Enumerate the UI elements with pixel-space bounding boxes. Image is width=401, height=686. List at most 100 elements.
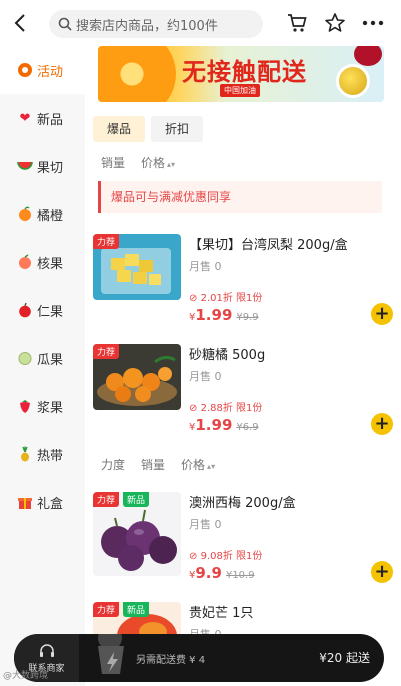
sidebar-item-label: 核果	[37, 256, 64, 272]
original-price: ¥6.9	[236, 422, 259, 433]
sort-price[interactable]: 价格 ▴▾	[141, 154, 175, 171]
product-image[interactable]: 力荐	[93, 344, 181, 410]
discount-text: 9.08折 限1份	[200, 551, 263, 562]
price-value: 9.9	[195, 564, 222, 582]
product-name: 砂糖橘 500g	[189, 348, 266, 363]
watermark: @大数跨境	[3, 671, 49, 681]
strawberry-icon	[16, 397, 34, 415]
discount-tag-icon: ⊘	[189, 293, 198, 304]
promo-banner[interactable]: 无接触配送 中国加油	[98, 46, 384, 102]
search-icon	[58, 17, 72, 31]
sidebar-item-stone-fruit[interactable]: 核果	[0, 238, 85, 286]
sort-sales[interactable]: 销量	[101, 154, 125, 171]
sort-arrows-icon: ▴▾	[167, 160, 176, 169]
product-card[interactable]: 力荐 新品 澳洲西梅 200g/盒 月售 0 ⊘ 9.08折 限1份 ¥9.9 ¥…	[93, 492, 393, 602]
cart-button[interactable]	[285, 11, 309, 35]
plus-icon: +	[374, 303, 390, 324]
kiwi-image	[336, 64, 370, 98]
new-badge: 新品	[123, 492, 150, 507]
apple-icon	[16, 301, 34, 319]
orange-slice-image	[98, 46, 176, 102]
discount-text: 2.88折 限1份	[200, 403, 263, 414]
banner-tag: 中国加油	[220, 84, 260, 97]
more-dots-icon	[362, 20, 384, 26]
search-input[interactable]: 搜索店内商品，约100件	[49, 10, 263, 38]
product-discount: ⊘ 2.88折 限1份	[189, 399, 262, 414]
plus-icon: +	[374, 561, 390, 582]
watermelon-icon	[16, 157, 34, 175]
product-sold: 月售 0	[189, 260, 222, 273]
product-price: ¥1.99 ¥6.9	[189, 415, 259, 434]
heart-icon: ❤	[19, 110, 31, 126]
product-card[interactable]: 力荐 【果切】台湾凤梨 200g/盒 月售 0 ⊘ 2.01折 限1份 ¥1.9…	[93, 234, 393, 344]
product-name: 澳洲西梅 200g/盒	[189, 496, 296, 511]
recommend-badge: 力荐	[93, 234, 120, 249]
min-order: ¥20 起送	[319, 651, 370, 665]
tab-hot[interactable]: 爆品	[93, 116, 146, 142]
add-to-cart-button[interactable]: +	[371, 303, 393, 325]
gift-icon	[16, 493, 34, 511]
shopping-cart-icon	[288, 14, 307, 32]
product-price: ¥1.99 ¥9.9	[189, 305, 259, 324]
product-price: ¥9.9 ¥10.9	[189, 563, 255, 582]
product-discount: ⊘ 2.01折 限1份	[189, 289, 262, 304]
star-icon	[325, 13, 345, 32]
chevron-left-icon	[14, 14, 25, 32]
back-button[interactable]	[0, 0, 40, 46]
promo-notice: 爆品可与满减优惠同享	[98, 181, 382, 213]
sidebar-item-cut-fruit[interactable]: 果切	[0, 142, 85, 190]
sidebar-item-new[interactable]: ❤ 新品	[0, 94, 85, 142]
sort-sales[interactable]: 销量	[141, 456, 165, 473]
banner-title: 无接触配送	[182, 58, 307, 86]
add-to-cart-button[interactable]: +	[371, 561, 393, 583]
checkout-bar[interactable]: 联系商家 另需配送费 ¥ 4 ¥20 起送	[14, 634, 384, 682]
price-value: 1.99	[195, 306, 233, 324]
sort-price[interactable]: 价格 ▴▾	[181, 456, 215, 473]
sidebar-item-citrus[interactable]: 橘橙	[0, 190, 85, 238]
sidebar-item-tropical[interactable]: 热带	[0, 430, 85, 478]
sort-bar: 销量 价格 ▴▾	[101, 154, 175, 171]
top-bar: 搜索店内商品，约100件	[0, 0, 401, 46]
orange-icon	[16, 205, 34, 223]
sidebar-item-label: 瓜果	[37, 352, 64, 368]
sidebar-item-label: 仁果	[37, 304, 64, 320]
product-image[interactable]: 力荐	[93, 234, 181, 300]
recommend-badge: 力荐	[93, 602, 120, 617]
sidebar-item-label: 新品	[37, 112, 64, 128]
favorite-button[interactable]	[323, 11, 347, 35]
new-badge: 新品	[123, 602, 150, 617]
product-name: 贵妃芒 1只	[189, 606, 254, 621]
peach-icon	[16, 253, 34, 271]
pineapple-icon	[16, 445, 34, 463]
recommend-badge: 力荐	[93, 492, 120, 507]
sidebar-item-label: 浆果	[37, 400, 64, 416]
sort-bar-secondary: 力度 销量 价格 ▴▾	[101, 456, 215, 473]
discount-tag-icon: ⊘	[189, 403, 198, 414]
discount-tag-icon: ⊘	[189, 551, 198, 562]
product-name: 【果切】台湾凤梨 200g/盒	[189, 238, 348, 253]
product-image[interactable]: 力荐 新品	[93, 492, 181, 576]
more-button[interactable]	[361, 11, 385, 35]
sort-strength[interactable]: 力度	[101, 456, 125, 473]
discount-text: 2.01折 限1份	[200, 293, 263, 304]
sidebar-item-activity[interactable]: 活动	[0, 46, 85, 94]
recommend-badge: 力荐	[93, 344, 120, 359]
sidebar-item-berry[interactable]: 浆果	[0, 382, 85, 430]
delivery-fee: 另需配送费 ¥ 4	[136, 655, 206, 666]
bottom-cart-button[interactable]	[90, 634, 134, 680]
sort-price-label: 价格	[181, 458, 206, 472]
sidebar-item-label: 果切	[37, 160, 64, 176]
product-sold: 月售 0	[189, 518, 222, 531]
original-price: ¥10.9	[225, 570, 255, 581]
sort-arrows-icon: ▴▾	[207, 462, 216, 471]
search-placeholder: 搜索店内商品，约100件	[76, 18, 218, 34]
sidebar-item-gift[interactable]: 礼盒	[0, 478, 85, 526]
sidebar-item-pome[interactable]: 仁果	[0, 286, 85, 334]
activity-icon	[16, 61, 34, 79]
tab-discount[interactable]: 折扣	[151, 116, 204, 142]
product-card[interactable]: 力荐 砂糖橘 500g 月售 0 ⊘ 2.88折 限1份 ¥1.99 ¥6.9 +	[93, 344, 393, 454]
plus-icon: +	[374, 413, 390, 434]
sidebar-item-melon[interactable]: 瓜果	[0, 334, 85, 382]
add-to-cart-button[interactable]: +	[371, 413, 393, 435]
product-discount: ⊘ 9.08折 限1份	[189, 547, 262, 562]
